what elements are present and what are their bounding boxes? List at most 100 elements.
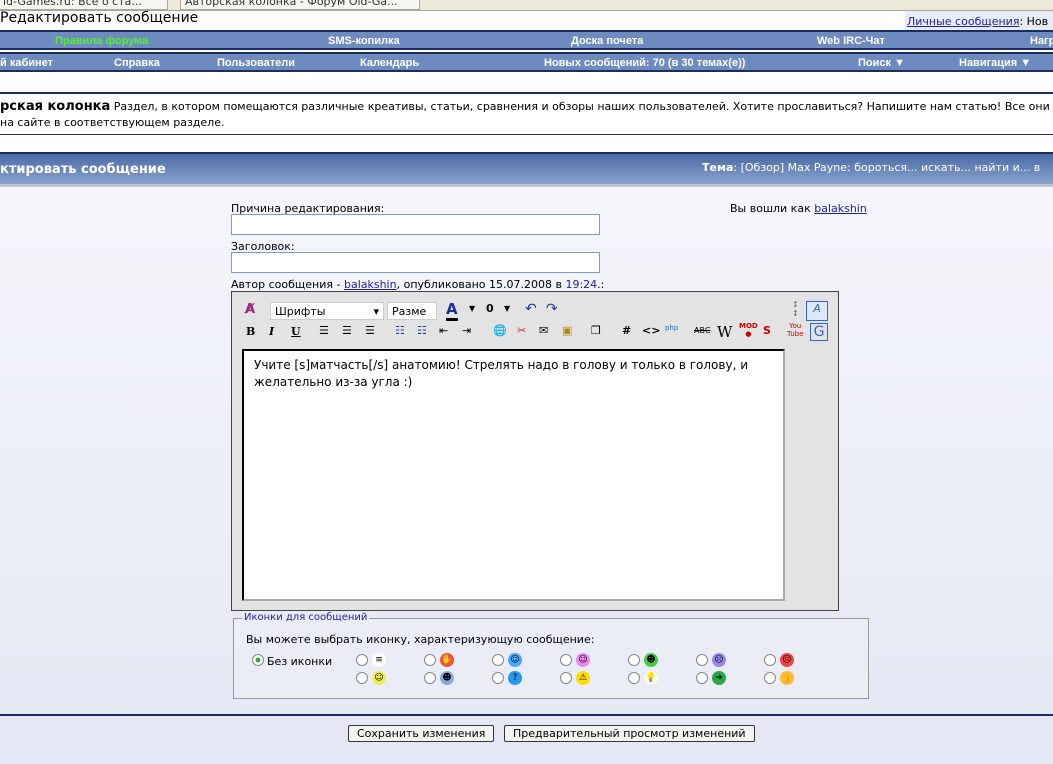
radio-icon-sad[interactable] [696,654,708,666]
nav-honor-board[interactable]: Доска почета [571,35,643,47]
switch-mode-icon[interactable]: A [806,301,828,321]
html-icon[interactable]: <> [642,324,660,337]
save-button[interactable]: Сохранить изменения [348,725,495,742]
indent-icon[interactable]: ⇥ [462,324,471,337]
nav-cabinet[interactable]: й кабинет [0,57,53,69]
smile-pink-icon: ☺ [576,653,590,667]
underline-icon[interactable]: U [291,325,301,338]
radio-icon-thumbs-down[interactable] [424,654,436,666]
size-select-value: Разме [392,305,427,318]
radio-icon-document[interactable] [356,654,368,666]
title-input[interactable] [231,252,600,273]
email-icon[interactable]: ✉ [539,324,548,337]
no-icon-label: Без иконки [267,655,333,668]
font-select-value: Шрифты [275,305,326,318]
nav-sms[interactable]: SMS-копилка [328,35,400,47]
google-icon[interactable]: G [810,323,828,341]
size-select[interactable]: Разме [387,302,437,320]
radio-icon-angry[interactable] [764,654,776,666]
wink-icon: ☺ [508,653,522,667]
warning-icon: ⚠ [576,671,590,685]
cool-icon: ☻ [440,671,454,685]
published-text: , опубликовано 15.07.2008 в [396,278,566,291]
angry-icon: ☹ [780,653,794,667]
nav-calendar[interactable]: Календарь [360,57,419,69]
unordered-list-icon[interactable]: ☷ [417,324,427,337]
ordered-list-icon[interactable]: ☷ [395,324,405,337]
reason-input[interactable] [231,214,600,235]
undo-icon[interactable]: ↶ [525,301,537,317]
forum-name: рская колонка [0,99,111,114]
radio-icon-smile[interactable] [356,672,368,684]
mod-icon[interactable]: MOD ● [739,322,758,338]
radio-icon-smile-pink[interactable] [560,654,572,666]
align-left-icon[interactable]: ☰ [319,324,329,337]
nav-users[interactable]: Пользователи [217,57,295,69]
divider [0,184,1053,187]
message-textarea[interactable]: Учите [s]матчасть[/s] анатомию! Стрелять… [242,349,785,601]
time-link[interactable]: 19:24 [565,278,597,291]
pm-suffix: : Нов [1019,15,1049,28]
author-link[interactable]: balakshin [344,278,397,291]
bold-icon[interactable]: B [246,325,255,338]
thumbs-down-icon: ✋ [440,653,454,667]
radio-icon-cool[interactable] [424,672,436,684]
browser-tab[interactable]: Авторская колонка - Форум Old-Ga... [180,0,420,10]
radio-icon-warning[interactable] [560,672,572,684]
radio-icon-grin[interactable] [628,654,640,666]
php-icon[interactable]: php [665,324,678,332]
radio-icon-lightbulb[interactable] [628,672,640,684]
nav-navigation[interactable]: Навигация ▼ [959,57,1031,69]
forum-description: рская колонка Раздел, в котором помещают… [0,99,1053,131]
align-right-icon[interactable]: ☰ [365,324,375,337]
fieldset-legend: Иконки для сообщений [242,612,370,623]
remove-format-icon[interactable]: A̸ [245,302,255,317]
radio-icon-thumbs-up[interactable] [764,672,776,684]
radio-icon-arrow[interactable] [696,672,708,684]
strike-icon[interactable]: ABC [694,326,710,335]
align-center-icon[interactable]: ☰ [342,324,352,337]
image-icon[interactable]: ▣ [562,324,572,337]
divider [0,92,1053,94]
nav-forum-rules[interactable]: Правила форума [55,35,148,47]
logged-in-user-link[interactable]: balakshin [814,202,867,215]
spoiler-icon[interactable]: S [763,324,771,337]
private-messages-link[interactable]: Личные сообщения [907,15,1019,28]
youtube-icon[interactable]: You Tube [787,322,803,338]
sad-icon: ☹ [712,653,726,667]
nav-help[interactable]: Справка [114,57,160,69]
quote-icon[interactable]: ❐ [591,324,601,337]
logged-in: Вы вошли как balakshin [730,202,867,215]
nav-search[interactable]: Поиск ▼ [858,57,905,69]
chevron-down-icon[interactable]: ▼ [469,304,475,313]
nav-new-posts[interactable]: Новых сообщений: 70 (в 30 темах(е)) [544,57,745,69]
radio-icon-wink[interactable] [492,654,504,666]
grin-icon: ☻ [644,653,658,667]
code-icon[interactable]: # [622,324,631,337]
unlink-icon[interactable]: ✂ [517,324,526,337]
chevron-down-icon: ▾ [373,305,379,318]
forum-desc-text: Раздел, в котором помещаются различные к… [113,100,1050,113]
font-select[interactable]: Шрифты ▾ [270,302,384,320]
text-color-icon[interactable]: A [446,300,458,321]
browser-tab[interactable]: ld-Games.ru: Все о ста... [0,0,168,10]
attachment-icon[interactable]: 0 [486,302,494,315]
divider [0,134,1053,135]
preview-button[interactable]: Предварительный просмотр изменений [504,725,755,742]
smile-icon: ☺ [372,671,386,685]
radio-icon-question[interactable] [492,672,504,684]
page-title: Редактировать сообщение [0,10,199,26]
nav-awards[interactable]: Нагр [1030,35,1053,47]
wikipedia-icon[interactable]: W [717,323,732,341]
italic-icon[interactable]: I [269,325,274,338]
outdent-icon[interactable]: ⇤ [439,324,448,337]
link-icon[interactable]: 🌐 [493,324,507,337]
radio-no-icon[interactable] [252,654,264,666]
chevron-down-icon[interactable]: ▼ [504,304,510,313]
redo-icon[interactable]: ↷ [546,301,558,317]
resize-icon[interactable]: ↕ ↕ [792,300,799,318]
post-icons-fieldset: Иконки для сообщений Вы можете выбрать и… [233,612,869,699]
nav-bar-bottom: й кабинет Справка Пользователи Календарь… [0,52,1053,72]
nav-irc-chat[interactable]: Web IRC-Чат [817,35,885,47]
edit-header-bar: ктировать сообщение Тема: [Обзор] Max Pa… [0,152,1053,184]
